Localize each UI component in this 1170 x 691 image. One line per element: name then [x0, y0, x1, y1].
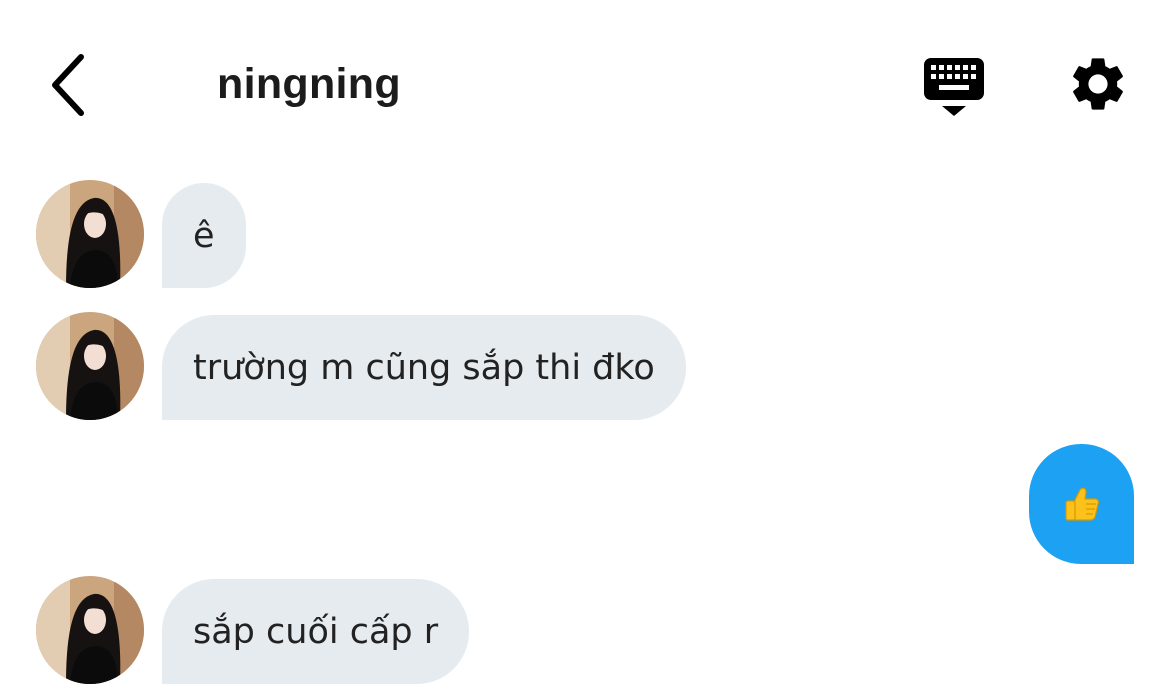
keyboard-icon	[924, 58, 984, 116]
message-text: ê	[193, 215, 215, 256]
hide-keyboard-button[interactable]	[920, 54, 988, 120]
avatar[interactable]	[36, 312, 144, 420]
message-bubble-outgoing[interactable]	[1029, 444, 1134, 564]
message-text: trường m cũng sắp thi đko	[193, 347, 655, 388]
back-button[interactable]	[40, 50, 94, 120]
back-chevron-icon	[52, 54, 84, 116]
conversation-title: ningning	[217, 60, 401, 108]
avatar[interactable]	[36, 180, 144, 288]
thumbs-up-icon	[1064, 487, 1099, 521]
avatar[interactable]	[36, 576, 144, 684]
message-bubble-incoming[interactable]: sắp cuối cấp r	[162, 579, 470, 684]
message-bubble-incoming[interactable]: trường m cũng sắp thi đko	[162, 315, 686, 420]
message-bubble-incoming[interactable]: ê	[162, 183, 246, 288]
settings-button[interactable]	[1066, 52, 1130, 116]
settings-gear-icon	[1073, 58, 1123, 110]
message-text: sắp cuối cấp r	[193, 611, 439, 652]
